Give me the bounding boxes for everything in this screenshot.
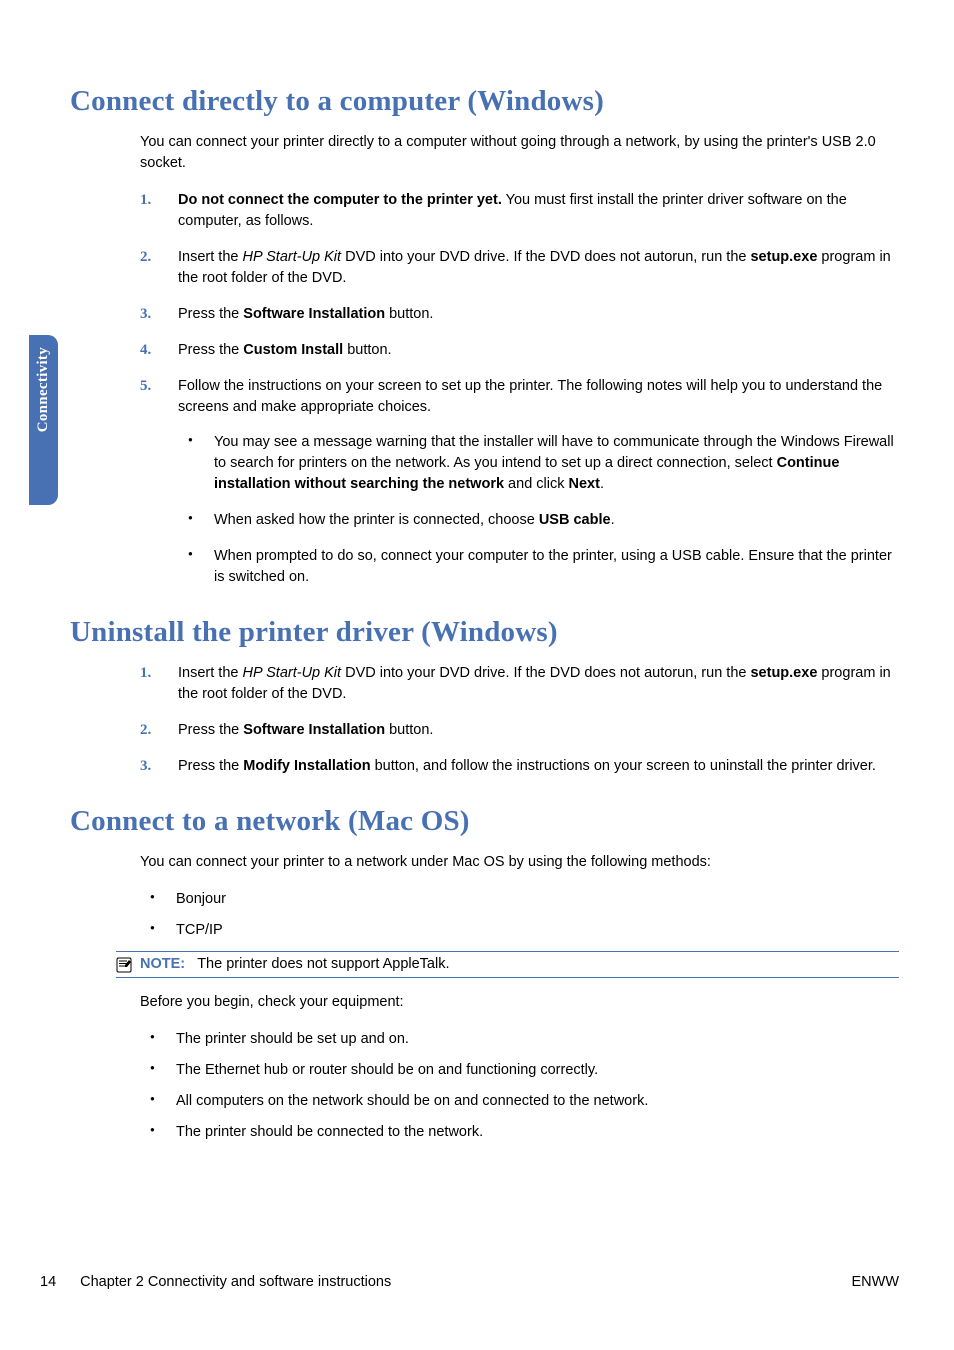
check-text: The Ethernet hub or router should be on … <box>176 1062 598 1078</box>
section1-steps: 1. Do not connect the computer to the pr… <box>140 190 899 588</box>
check-text: The printer should be set up and on. <box>176 1031 409 1047</box>
list-item: 4. Press the Custom Install button. <box>140 340 899 361</box>
step-number: 1. <box>140 190 151 212</box>
page-number: 14 <box>40 1274 56 1290</box>
step-number: 5. <box>140 376 151 398</box>
bullet-text: and click <box>504 476 568 492</box>
footer-right: ENWW <box>851 1274 899 1290</box>
list-item: When asked how the printer is connected,… <box>178 510 899 531</box>
section1-intro: You can connect your printer directly to… <box>140 132 899 174</box>
side-tab: Connectivity <box>29 335 58 505</box>
check-text: All computers on the network should be o… <box>176 1093 648 1109</box>
list-item: When prompted to do so, connect your com… <box>178 546 899 588</box>
step-number: 1. <box>140 663 151 685</box>
emphasis: Modify Installation <box>243 758 370 774</box>
list-item: You may see a message warning that the i… <box>178 432 899 495</box>
emphasis: Software Installation <box>243 306 385 322</box>
section3-methods: Bonjour TCP/IP <box>140 889 899 941</box>
check-text: The printer should be connected to the n… <box>176 1124 483 1140</box>
list-item: Bonjour <box>140 889 899 910</box>
step-text: Follow the instructions on your screen t… <box>178 378 882 415</box>
list-item: The Ethernet hub or router should be on … <box>140 1060 899 1081</box>
bullet-text: When prompted to do so, connect your com… <box>214 548 892 585</box>
list-item: The printer should be set up and on. <box>140 1029 899 1050</box>
heading-uninstall-windows: Uninstall the printer driver (Windows) <box>70 616 899 649</box>
step-number: 2. <box>140 720 151 742</box>
list-item: 3. Press the Software Installation butto… <box>140 304 899 325</box>
page-content: Connect directly to a computer (Windows)… <box>70 85 899 1153</box>
list-item: 1. Insert the HP Start-Up Kit DVD into y… <box>140 663 899 705</box>
step-number: 3. <box>140 304 151 326</box>
emphasis: Software Installation <box>243 722 385 738</box>
list-item: 2. Press the Software Installation butto… <box>140 720 899 741</box>
step-text: button. <box>385 306 433 322</box>
method-text: TCP/IP <box>176 922 223 938</box>
step-text: Insert the <box>178 249 242 265</box>
emphasis: setup.exe <box>750 665 817 681</box>
heading-connect-windows: Connect directly to a computer (Windows) <box>70 85 899 118</box>
section3-intro: You can connect your printer to a networ… <box>140 852 899 873</box>
emphasis: setup.exe <box>750 249 817 265</box>
emphasis: Custom Install <box>243 342 343 358</box>
list-item: 5. Follow the instructions on your scree… <box>140 376 899 588</box>
list-item: 2. Insert the HP Start-Up Kit DVD into y… <box>140 247 899 289</box>
emphasis-italic: HP Start-Up Kit <box>242 249 341 265</box>
step-text: Insert the <box>178 665 242 681</box>
step-text: Press the <box>178 722 243 738</box>
step-text: Press the <box>178 306 243 322</box>
section3-before: Before you begin, check your equipment: <box>140 992 899 1013</box>
note-label: NOTE: <box>140 956 185 972</box>
list-item: TCP/IP <box>140 920 899 941</box>
note-icon <box>116 957 132 973</box>
section1-sub-bullets: You may see a message warning that the i… <box>178 432 899 588</box>
section2-steps: 1. Insert the HP Start-Up Kit DVD into y… <box>140 663 899 777</box>
list-item: All computers on the network should be o… <box>140 1091 899 1112</box>
step-text: DVD into your DVD drive. If the DVD does… <box>341 249 750 265</box>
page-footer: 14 Chapter 2 Connectivity and software i… <box>40 1274 899 1290</box>
step-text: button, and follow the instructions on y… <box>371 758 876 774</box>
step-number: 4. <box>140 340 151 362</box>
step-text: button. <box>343 342 391 358</box>
side-tab-label: Connectivity <box>35 347 52 432</box>
note-text: The printer does not support AppleTalk. <box>197 956 449 972</box>
note-callout: NOTE: The printer does not support Apple… <box>116 951 899 978</box>
emphasis: USB cable <box>539 512 611 528</box>
list-item: The printer should be connected to the n… <box>140 1122 899 1143</box>
emphasis: Next <box>569 476 600 492</box>
bullet-text: . <box>600 476 604 492</box>
bullet-text: When asked how the printer is connected,… <box>214 512 539 528</box>
step-number: 2. <box>140 247 151 269</box>
list-item: 3. Press the Modify Installation button,… <box>140 756 899 777</box>
footer-chapter: Chapter 2 Connectivity and software inst… <box>80 1274 391 1290</box>
method-text: Bonjour <box>176 891 226 907</box>
section3-checks: The printer should be set up and on. The… <box>140 1029 899 1143</box>
bullet-text: . <box>611 512 615 528</box>
step-text: Press the <box>178 758 243 774</box>
step-text: button. <box>385 722 433 738</box>
step-number: 3. <box>140 756 151 778</box>
emphasis-italic: HP Start-Up Kit <box>242 665 341 681</box>
step-text: DVD into your DVD drive. If the DVD does… <box>341 665 750 681</box>
heading-connect-mac: Connect to a network (Mac OS) <box>70 805 899 838</box>
emphasis: Do not connect the computer to the print… <box>178 192 502 208</box>
step-text: Press the <box>178 342 243 358</box>
list-item: 1. Do not connect the computer to the pr… <box>140 190 899 232</box>
